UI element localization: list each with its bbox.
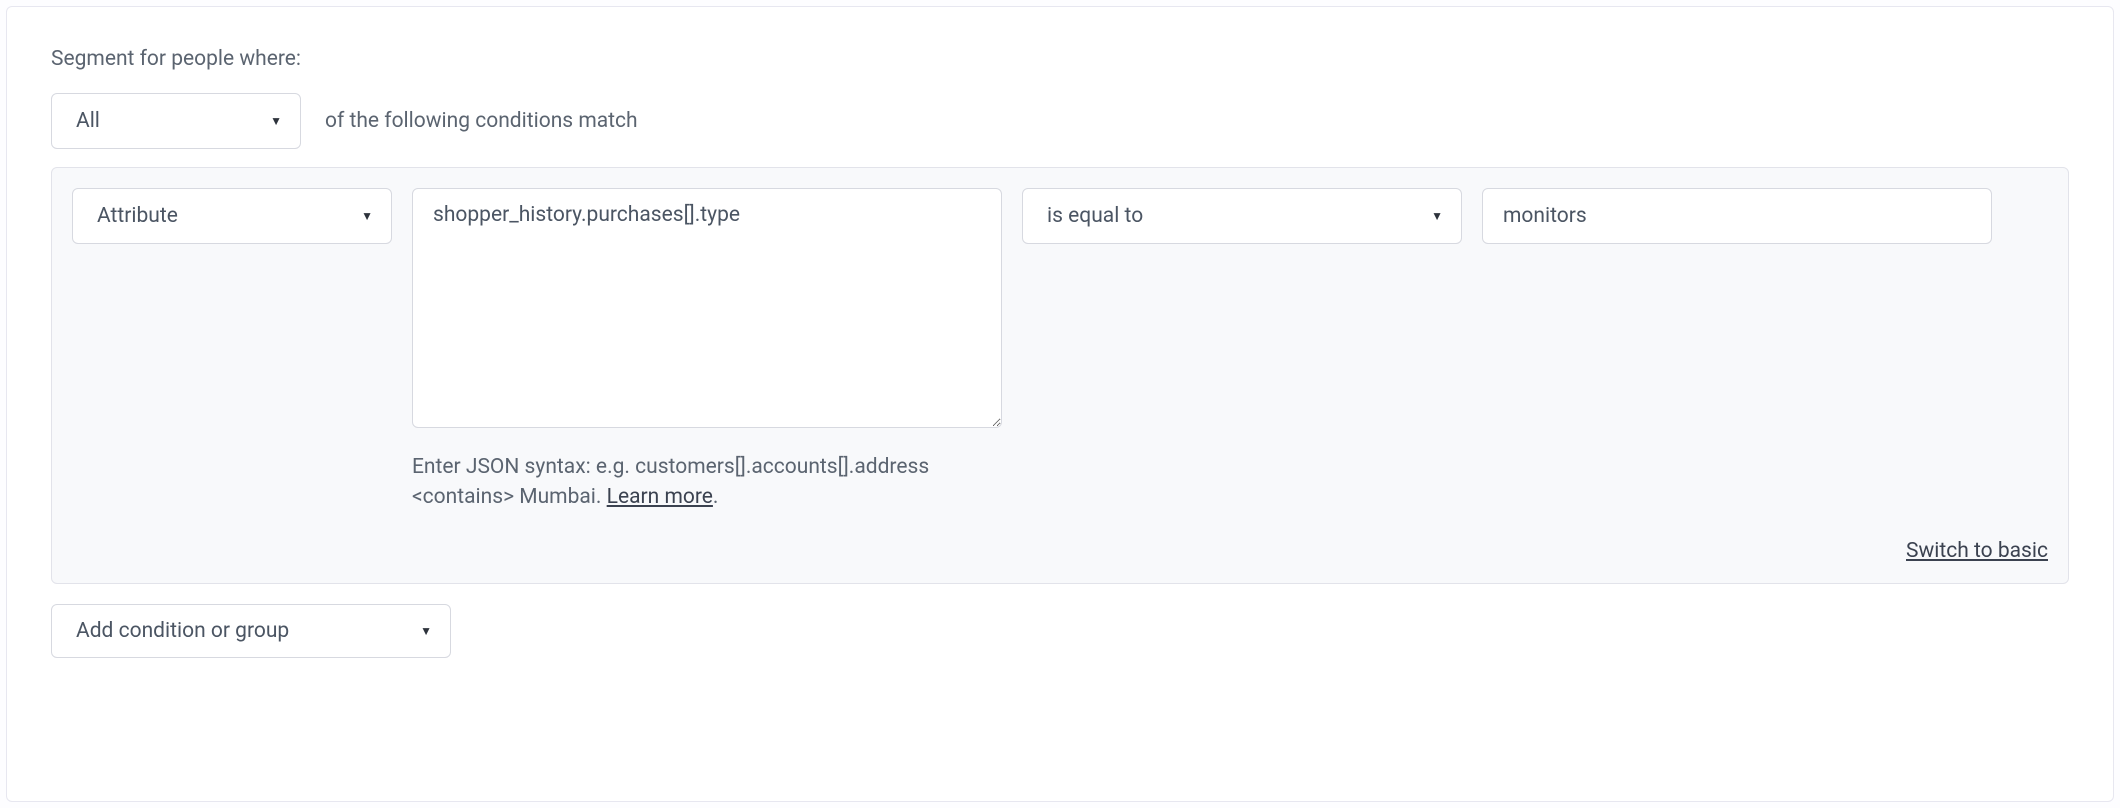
segment-header-label: Segment for people where: xyxy=(51,47,2069,71)
chevron-down-icon: ▼ xyxy=(1431,209,1443,223)
segment-builder-panel: Segment for people where: All ▼ of the f… xyxy=(6,6,2114,802)
operator-select[interactable]: is equal to ▼ xyxy=(1022,188,1462,244)
match-mode-select[interactable]: All ▼ xyxy=(51,93,301,149)
add-condition-select[interactable]: Add condition or group ▼ xyxy=(51,604,451,658)
switch-to-basic-link[interactable]: Switch to basic xyxy=(1906,539,2048,563)
match-mode-value: All xyxy=(76,109,100,133)
attribute-help-text: Enter JSON syntax: e.g. customers[].acco… xyxy=(412,452,972,513)
help-text-suffix: . xyxy=(713,485,719,509)
condition-group: Attribute ▼ Enter JSON syntax: e.g. cust… xyxy=(51,167,2069,584)
condition-type-value: Attribute xyxy=(97,204,178,228)
chevron-down-icon: ▼ xyxy=(420,624,432,638)
attribute-path-column: Enter JSON syntax: e.g. customers[].acco… xyxy=(412,188,1002,513)
condition-row: Attribute ▼ Enter JSON syntax: e.g. cust… xyxy=(72,188,2048,513)
chevron-down-icon: ▼ xyxy=(361,209,373,223)
chevron-down-icon: ▼ xyxy=(270,114,282,128)
add-condition-row: Add condition or group ▼ xyxy=(51,604,2069,658)
operator-value: is equal to xyxy=(1047,204,1143,228)
learn-more-link[interactable]: Learn more xyxy=(607,485,713,509)
match-mode-row: All ▼ of the following conditions match xyxy=(51,93,2069,149)
attribute-path-input[interactable] xyxy=(412,188,1002,428)
condition-value-input[interactable] xyxy=(1482,188,1992,244)
condition-type-select[interactable]: Attribute ▼ xyxy=(72,188,392,244)
match-suffix-text: of the following conditions match xyxy=(325,109,638,133)
switch-mode-row: Switch to basic xyxy=(72,539,2048,563)
add-condition-label: Add condition or group xyxy=(76,619,289,643)
